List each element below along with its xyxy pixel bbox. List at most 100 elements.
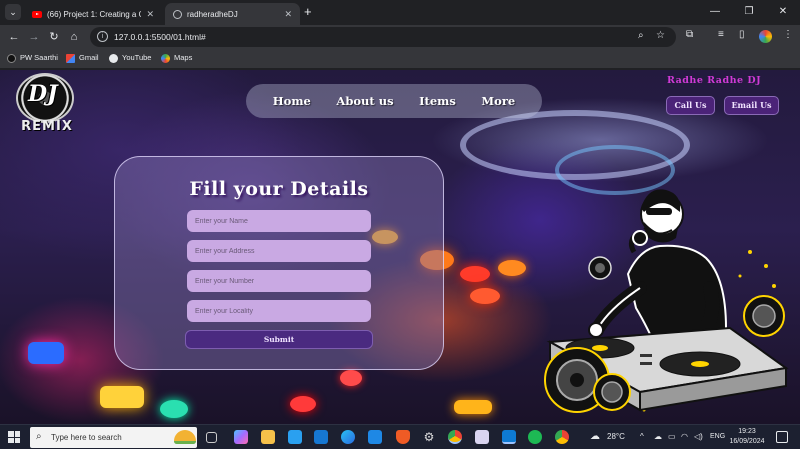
gmail-icon (66, 53, 75, 63)
close-icon[interactable]: ✕ (284, 9, 292, 20)
paint-icon[interactable] (475, 430, 489, 444)
youtube-icon (32, 10, 42, 18)
vscode-icon[interactable] (502, 430, 516, 444)
microsoft-store-icon[interactable] (288, 430, 302, 444)
copilot-icon[interactable] (234, 430, 248, 444)
logo-remix-text: REMIX (21, 119, 73, 134)
bookmark-youtube[interactable]: YouTube (109, 53, 151, 63)
nav-more[interactable]: More (481, 94, 515, 108)
task-view-icon[interactable] (206, 432, 217, 443)
battery-icon[interactable]: ▭ (668, 431, 676, 443)
chrome-profile-icon[interactable] (555, 430, 569, 444)
volume-icon[interactable]: ◁) (694, 431, 703, 443)
restore-icon[interactable]: ❐ (732, 0, 766, 24)
background-knob (460, 266, 490, 282)
brave-icon[interactable] (396, 430, 410, 444)
globe-icon (173, 9, 182, 19)
windows-start-icon[interactable] (8, 431, 20, 443)
tab-radheradhedj[interactable]: radheradheDJ ✕ (165, 3, 300, 25)
settings-gear-icon[interactable]: ⚙ (422, 430, 436, 444)
language-indicator[interactable]: ENG (710, 431, 725, 443)
address-field[interactable] (187, 240, 371, 262)
bookmark-label: PW Saarthi (20, 53, 58, 62)
home-icon[interactable]: ⌂ (66, 29, 82, 45)
clock-time: 19:23 (738, 428, 756, 435)
nav-about-us[interactable]: About us (336, 94, 393, 108)
brand-name: Radhe Radhe DJ (667, 75, 762, 86)
chrome-icon[interactable] (448, 430, 462, 444)
bookmark-label: Maps (174, 53, 193, 62)
clock-date: 16/09/2024 (729, 438, 765, 445)
bookmarks-bar: PW Saarthi Gmail YouTube Maps (0, 49, 800, 69)
side-panel-icon[interactable]: ▯ (739, 29, 745, 40)
maps-icon (161, 53, 170, 63)
close-icon[interactable]: ✕ (146, 9, 154, 20)
youtube-icon (109, 53, 118, 63)
submit-button[interactable]: Submit (185, 330, 373, 349)
reading-list-icon[interactable]: ≡ (718, 29, 724, 40)
logo-dj-text: DJ (28, 81, 58, 107)
tab-search-button[interactable]: ⌄ (5, 4, 21, 20)
bookmark-maps[interactable]: Maps (161, 53, 192, 63)
email-us-button[interactable]: Email Us (724, 96, 779, 115)
name-field[interactable] (187, 210, 371, 232)
wifi-icon[interactable]: ◠ (681, 431, 688, 443)
tab-youtube[interactable]: (66) Project 1: Creating a Gym W ✕ (24, 3, 162, 25)
number-field[interactable] (187, 270, 371, 292)
nav-home[interactable]: Home (273, 94, 311, 108)
locality-field[interactable] (187, 300, 371, 322)
call-us-button[interactable]: Call Us (666, 96, 715, 115)
reload-icon[interactable]: ↻ (46, 29, 62, 45)
tab-title: (66) Project 1: Creating a Gym W (47, 9, 141, 19)
main-nav: Home About us Items More (246, 84, 542, 118)
back-icon[interactable]: ← (6, 29, 22, 45)
nav-items[interactable]: Items (419, 94, 456, 108)
pw-icon (7, 53, 16, 63)
background-knob (470, 288, 500, 304)
form-title: Fill your Details (189, 178, 369, 200)
bookmark-label: Gmail (79, 53, 99, 62)
file-explorer-icon[interactable] (261, 430, 275, 444)
weather-icon[interactable]: ☁ (590, 431, 600, 443)
url-text[interactable]: 127.0.0.1:5500/01.html# (114, 31, 206, 43)
more-menu-icon[interactable]: ⋮ (783, 29, 793, 40)
taskbar-search-box[interactable]: ⌕ Type here to search (30, 427, 197, 448)
bookmark-star-icon[interactable]: ☆ (656, 30, 665, 41)
close-window-icon[interactable]: ✕ (766, 0, 800, 24)
system-clock[interactable]: 19:23 16/09/2024 (727, 427, 767, 447)
edge-icon[interactable] (341, 430, 355, 444)
zoom-icon[interactable]: ⌕ (638, 30, 644, 41)
extensions-icon[interactable]: ⧉ (686, 29, 693, 40)
windows-taskbar: ⌕ Type here to search ⚙ ☁ 28°C ^ ☁ ▭ ◠ ◁… (0, 424, 800, 449)
dj-remix-logo[interactable]: DJ REMIX (4, 73, 88, 137)
profile-avatar[interactable] (759, 30, 772, 43)
bookmark-label: YouTube (122, 53, 152, 62)
search-highlight-icon (174, 430, 196, 444)
background-pad-light (28, 342, 64, 364)
dj-illustration (544, 189, 789, 413)
browser-toolbar: ← → ↻ ⌂ i 127.0.0.1:5500/01.html# ⌕ ☆ ⧉ … (0, 25, 800, 49)
background-knob (498, 260, 526, 276)
site-info-icon[interactable]: i (97, 31, 108, 42)
onedrive-icon[interactable]: ☁ (654, 431, 662, 443)
background-pad-light (100, 386, 144, 408)
window-controls: — ❐ ✕ (698, 0, 800, 24)
background-knob (160, 400, 188, 418)
outlook-icon[interactable] (368, 430, 382, 444)
bookmark-pw-saarthi[interactable]: PW Saarthi (7, 53, 58, 63)
background-knob (340, 370, 362, 386)
notification-icon[interactable] (776, 431, 788, 443)
mail-icon[interactable] (314, 430, 328, 444)
search-icon: ⌕ (36, 431, 42, 442)
forward-icon[interactable]: → (26, 29, 42, 45)
tab-title: radheradheDJ (187, 9, 238, 19)
spotify-icon[interactable] (528, 430, 542, 444)
minimize-icon[interactable]: — (698, 0, 732, 24)
new-tab-button[interactable]: + (304, 5, 312, 19)
taskbar-search-text: Type here to search (51, 433, 122, 442)
show-hidden-icons[interactable]: ^ (640, 431, 644, 443)
address-bar[interactable]: i 127.0.0.1:5500/01.html# ⌕ ☆ (90, 27, 676, 47)
bookmark-gmail[interactable]: Gmail (66, 53, 99, 63)
weather-temp[interactable]: 28°C (607, 431, 625, 443)
background-light-ring (460, 110, 690, 180)
